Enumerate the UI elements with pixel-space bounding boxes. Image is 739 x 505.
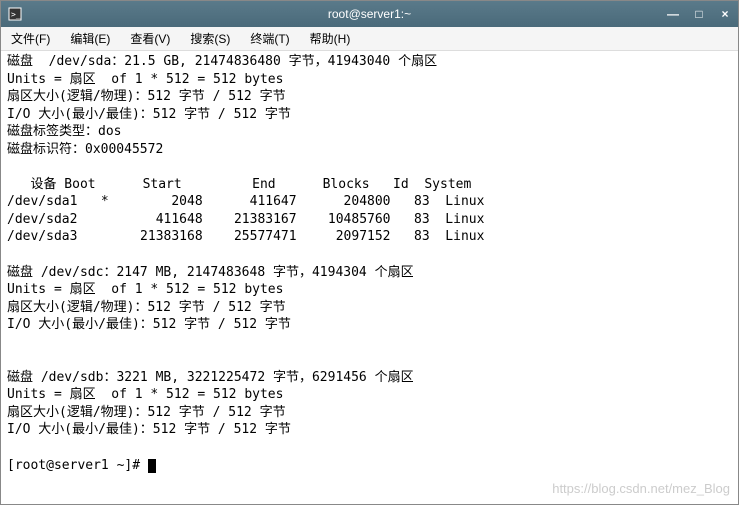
terminal-window: >_ root@server1:~ — □ × 文件(F) 编辑(E) 查看(V… [0,0,739,505]
terminal-line: 扇区大小(逻辑/物理)：512 字节 / 512 字节 [7,300,286,315]
terminal-line: /dev/sda1 * 2048 411647 204800 83 Linux [7,194,484,209]
menu-view[interactable]: 查看(V) [126,28,174,49]
terminal-line: Units = 扇区 of 1 * 512 = 512 bytes [7,387,283,402]
svg-text:>_: >_ [11,10,21,19]
menu-search[interactable]: 搜索(S) [186,28,234,49]
window-controls: — □ × [664,5,734,23]
terminal-line: 扇区大小(逻辑/物理)：512 字节 / 512 字节 [7,405,286,420]
terminal-line: 磁盘标签类型：dos [7,124,121,139]
app-icon: >_ [7,6,23,22]
menu-help[interactable]: 帮助(H) [306,28,355,49]
menu-terminal[interactable]: 终端(T) [246,28,293,49]
terminal-line: 磁盘 /dev/sdb：3221 MB, 3221225472 字节，62914… [7,370,414,385]
terminal-line: Units = 扇区 of 1 * 512 = 512 bytes [7,72,283,87]
prompt: [root@server1 ~]# [7,458,148,473]
terminal-line: I/O 大小(最小/最佳)：512 字节 / 512 字节 [7,317,291,332]
menubar: 文件(F) 编辑(E) 查看(V) 搜索(S) 终端(T) 帮助(H) [1,27,738,51]
close-button[interactable]: × [716,5,734,23]
terminal-line: 磁盘 /dev/sdc：2147 MB, 2147483648 字节，41943… [7,265,414,280]
window-title: root@server1:~ [328,7,411,21]
terminal-line: 磁盘 /dev/sda：21.5 GB, 21474836480 字节，4194… [7,54,437,69]
terminal-line: I/O 大小(最小/最佳)：512 字节 / 512 字节 [7,422,291,437]
terminal-line: Units = 扇区 of 1 * 512 = 512 bytes [7,282,283,297]
watermark: https://blog.csdn.net/mez_Blog [552,480,730,498]
terminal-line: 磁盘标识符：0x00045572 [7,142,163,157]
terminal-line: /dev/sda2 411648 21383167 10485760 83 Li… [7,212,484,227]
titlebar: >_ root@server1:~ — □ × [1,1,738,27]
terminal-line: /dev/sda3 21383168 25577471 2097152 83 L… [7,229,484,244]
terminal-line: 扇区大小(逻辑/物理)：512 字节 / 512 字节 [7,89,286,104]
terminal-line: 设备 Boot Start End Blocks Id System [7,177,471,192]
maximize-button[interactable]: □ [690,5,708,23]
terminal-line: I/O 大小(最小/最佳)：512 字节 / 512 字节 [7,107,291,122]
menu-file[interactable]: 文件(F) [7,28,54,49]
minimize-button[interactable]: — [664,5,682,23]
menu-edit[interactable]: 编辑(E) [66,28,114,49]
cursor-icon [148,459,156,473]
terminal-output[interactable]: 磁盘 /dev/sda：21.5 GB, 21474836480 字节，4194… [1,51,738,504]
